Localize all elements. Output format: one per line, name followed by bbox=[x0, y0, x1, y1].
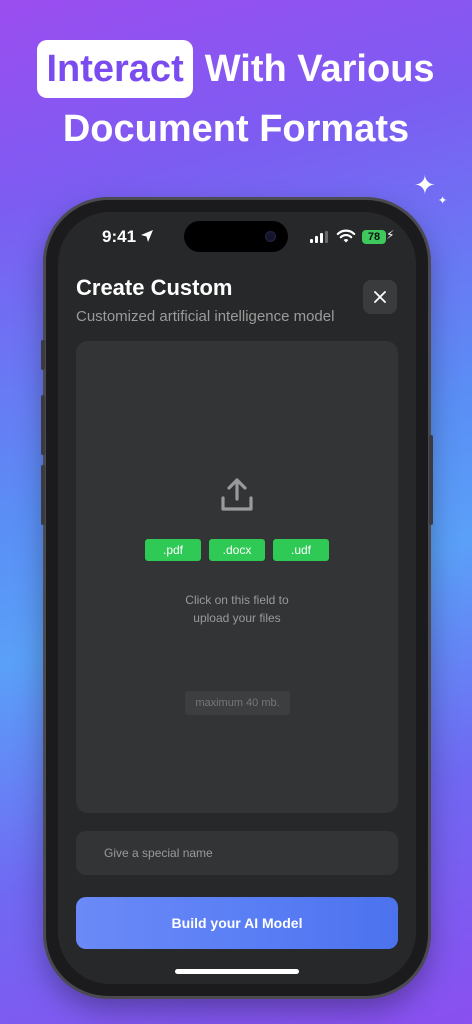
file-upload-dropzone[interactable]: .pdf .docx .udf Click on this field to u… bbox=[76, 341, 398, 813]
front-camera bbox=[265, 231, 276, 242]
headline-line-2: Document Formats bbox=[62, 108, 410, 150]
volume-up-button bbox=[41, 395, 45, 455]
power-button bbox=[429, 435, 433, 525]
headline-highlight: Interact bbox=[37, 40, 193, 98]
volume-down-button bbox=[41, 465, 45, 525]
upload-hint-line-1: Click on this field to bbox=[185, 593, 289, 607]
mute-switch bbox=[41, 340, 45, 370]
format-tag-docx: .docx bbox=[209, 539, 265, 561]
home-indicator[interactable] bbox=[175, 969, 299, 974]
app-screen: 9:41 78 ⚡ Create Custom Customized artif… bbox=[58, 212, 416, 984]
sparkle-icon: ✦ bbox=[414, 170, 436, 200]
charging-bolt-icon: ⚡ bbox=[386, 228, 395, 242]
max-size-label: maximum 40 mb. bbox=[185, 691, 290, 715]
upload-hint-line-2: upload your files bbox=[193, 611, 281, 625]
dynamic-island bbox=[184, 221, 288, 252]
close-icon bbox=[374, 291, 386, 303]
phone-frame: 9:41 78 ⚡ Create Custom Customized artif… bbox=[41, 200, 433, 996]
model-name-input[interactable] bbox=[76, 831, 398, 875]
format-tag-udf: .udf bbox=[273, 539, 329, 561]
sheet-subtitle: Customized artificial intelligence model bbox=[76, 308, 335, 325]
battery-indicator: 78 bbox=[362, 230, 386, 244]
location-arrow-icon bbox=[141, 230, 153, 242]
headline-line-1: Interact With Various bbox=[0, 38, 472, 100]
close-button[interactable] bbox=[363, 280, 397, 314]
build-ai-model-button[interactable]: Build your AI Model bbox=[76, 897, 398, 949]
cellular-signal-icon bbox=[310, 231, 328, 243]
promo-headline: Interact With Various Document Formats bbox=[0, 38, 472, 151]
upload-icon bbox=[221, 478, 253, 511]
headline-rest: With Various bbox=[204, 47, 435, 90]
format-tags: .pdf .docx .udf bbox=[76, 539, 398, 561]
sparkle-small-icon: ✦ bbox=[438, 195, 448, 207]
wifi-icon bbox=[336, 229, 356, 243]
upload-hint: Click on this field to upload your files bbox=[76, 591, 398, 627]
sheet-title: Create Custom bbox=[76, 275, 233, 300]
format-tag-pdf: .pdf bbox=[145, 539, 201, 561]
status-time: 9:41 bbox=[102, 227, 137, 246]
